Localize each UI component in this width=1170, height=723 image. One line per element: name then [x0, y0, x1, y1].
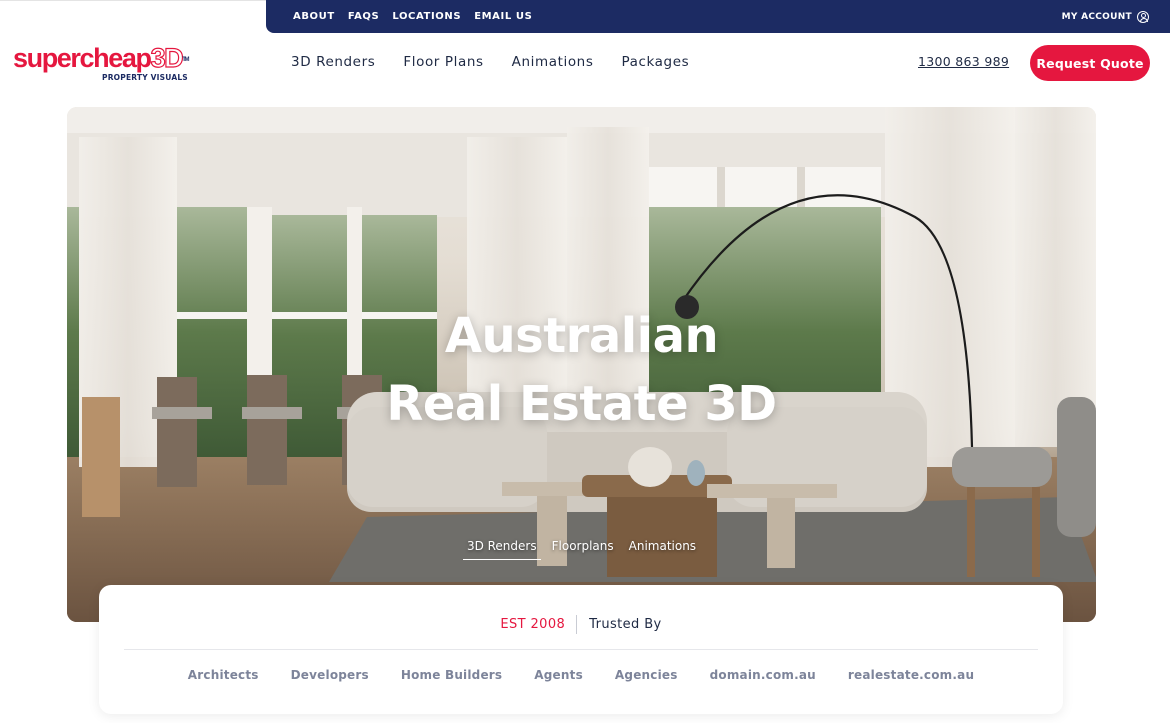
established-year: EST 2008: [500, 617, 566, 632]
hero-tab-floorplans[interactable]: Floorplans: [548, 539, 618, 560]
hero-tab-animations[interactable]: Animations: [625, 539, 700, 560]
utility-link-about[interactable]: ABOUT: [293, 11, 335, 22]
trusted-by-heading: EST 2008 Trusted By: [99, 615, 1063, 634]
hero-title-line-2: Real Estate 3D: [386, 376, 777, 432]
logo-wordmark: supercheap3DTM: [13, 43, 213, 73]
utility-link-locations[interactable]: LOCATIONS: [392, 11, 461, 22]
client-item: Home Builders: [400, 668, 503, 682]
client-item: realestate.com.au: [847, 668, 975, 682]
nav-packages[interactable]: Packages: [621, 54, 689, 70]
trusted-by-card: EST 2008 Trusted By Architects Developer…: [99, 585, 1063, 714]
logo-word-supercheap: supercheap: [13, 43, 152, 73]
trusted-by-label: Trusted By: [589, 617, 662, 632]
brand-logo[interactable]: supercheap3DTM PROPERTY VISUALS: [13, 43, 213, 86]
top-divider: [0, 0, 266, 1]
logo-subtitle: PROPERTY VISUALS: [102, 73, 188, 82]
my-account-label: MY ACCOUNT: [1061, 11, 1132, 22]
client-item: Developers: [290, 668, 369, 682]
hero-tabs: 3D Renders Floorplans Animations: [67, 539, 1096, 560]
hero-title-line-1: Australian: [444, 308, 719, 364]
hero-title: Australian Real Estate 3D: [67, 302, 1096, 438]
my-account-link[interactable]: MY ACCOUNT: [1062, 0, 1149, 33]
request-quote-button[interactable]: Request Quote: [1030, 45, 1150, 81]
client-item: domain.com.au: [709, 668, 816, 682]
client-item: Agencies: [614, 668, 678, 682]
client-item: Agents: [534, 668, 583, 682]
nav-animations[interactable]: Animations: [512, 54, 594, 70]
utility-link-email-us[interactable]: EMAIL US: [474, 11, 532, 22]
logo-word-3d: 3D: [150, 43, 184, 73]
nav-floor-plans[interactable]: Floor Plans: [403, 54, 483, 70]
utility-bar: ABOUT FAQS LOCATIONS EMAIL US MY ACCOUNT: [266, 0, 1170, 33]
client-list: Architects Developers Home Builders Agen…: [99, 668, 1063, 682]
hero-tab-3d-renders[interactable]: 3D Renders: [462, 539, 541, 560]
phone-number-link[interactable]: 1300 863 989: [918, 54, 1009, 69]
trust-divider: [124, 649, 1038, 650]
client-item: Architects: [187, 668, 259, 682]
hero-banner: Australian Real Estate 3D 3D Renders Flo…: [67, 107, 1096, 622]
logo-trademark: TM: [182, 57, 189, 63]
utility-link-faqs[interactable]: FAQS: [348, 11, 380, 22]
main-nav: 3D Renders Floor Plans Animations Packag…: [291, 54, 689, 70]
utility-links: ABOUT FAQS LOCATIONS EMAIL US: [293, 0, 532, 33]
user-icon: [1137, 10, 1149, 23]
nav-3d-renders[interactable]: 3D Renders: [291, 54, 375, 70]
